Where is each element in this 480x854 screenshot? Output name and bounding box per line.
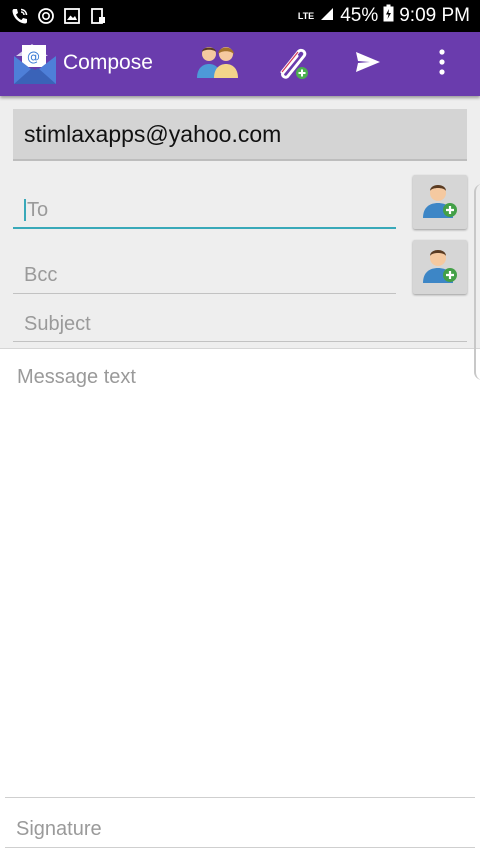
attach-button[interactable] (268, 42, 316, 86)
to-placeholder: To (27, 198, 49, 221)
signal-icon (319, 5, 335, 27)
gallery-icon (62, 6, 82, 26)
notification-icons (10, 6, 108, 26)
subject-field[interactable]: Subject (13, 308, 467, 342)
bcc-field[interactable]: Bcc (13, 258, 396, 294)
send-icon (354, 50, 382, 79)
app-toolbar: @ Compose (0, 32, 480, 96)
clipboard-icon (88, 6, 108, 26)
contacts-icon (195, 42, 241, 87)
signature-field[interactable]: Signature (5, 812, 475, 848)
system-status: LTE 45% 9:09 PM (298, 4, 470, 28)
wifi-call-icon (10, 6, 30, 26)
overflow-menu-button[interactable] (418, 42, 466, 86)
sync-icon (36, 6, 56, 26)
network-type-label: LTE (297, 10, 315, 21)
message-divider (5, 797, 475, 798)
overflow-menu-icon (438, 48, 446, 80)
bcc-placeholder: Bcc (24, 264, 58, 286)
clock: 9:09 PM (399, 5, 470, 26)
toolbar-title: Compose (63, 51, 153, 74)
to-field[interactable]: To (13, 193, 396, 229)
signature-placeholder: Signature (16, 818, 102, 840)
subject-placeholder: Subject (24, 313, 91, 335)
attach-icon (272, 42, 312, 87)
compose-header-form: stimlaxapps@yahoo.com To Bcc Subject (0, 96, 480, 349)
app-logo-icon: @ (12, 42, 58, 86)
from-account-selector[interactable]: stimlaxapps@yahoo.com (13, 109, 467, 161)
add-contact-icon (420, 180, 460, 225)
message-text-field[interactable]: Message text (17, 366, 136, 389)
svg-text:@: @ (27, 50, 40, 65)
send-button[interactable] (344, 42, 392, 86)
add-contact-icon (420, 245, 460, 290)
edge-panel-handle[interactable] (474, 184, 480, 380)
text-cursor (24, 199, 26, 221)
contacts-button[interactable] (194, 42, 242, 86)
add-bcc-contact-button[interactable] (413, 240, 467, 294)
status-bar: LTE 45% 9:09 PM (0, 0, 480, 32)
battery-icon (383, 4, 394, 28)
battery-level: 45% (340, 5, 379, 26)
add-to-contact-button[interactable] (413, 175, 467, 229)
